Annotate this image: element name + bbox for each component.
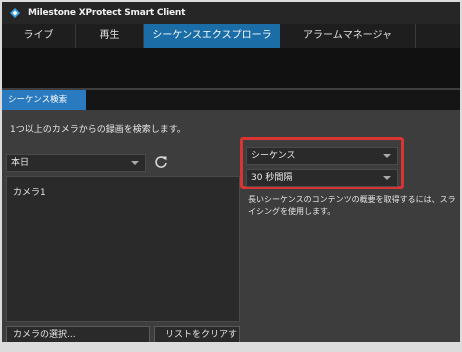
app-window: Milestone XProtect Smart Client ライブ 再生 シ… xyxy=(2,2,460,342)
tab-alarm-manager[interactable]: アラームマネージャ xyxy=(280,24,416,48)
sequence-type-value: シーケンス xyxy=(251,151,296,161)
title-bar: Milestone XProtect Smart Client xyxy=(2,2,460,24)
select-camera-button[interactable]: カメラの選択... xyxy=(6,326,150,342)
sub-tabs: シーケンス検索 xyxy=(2,90,460,110)
clear-list-button[interactable]: リストをクリアする xyxy=(154,326,240,342)
slicing-help-text: 長いシーケンスのコンテンツの概要を取得するには、スライシングを使用します。 xyxy=(248,195,456,216)
period-value: 本日 xyxy=(11,158,30,168)
chevron-down-icon xyxy=(383,154,391,158)
camera-list[interactable]: カメラ1 xyxy=(6,176,240,322)
toolbar-area xyxy=(2,48,460,88)
interval-dropdown[interactable]: 30 秒間隔 xyxy=(246,169,398,187)
milestone-logo-icon xyxy=(10,8,20,18)
search-panel: 1つ以上のカメラからの録画を検索します。 本日 カメラ1 カメラの選択... リ… xyxy=(2,110,460,342)
sequence-type-dropdown[interactable]: シーケンス xyxy=(246,147,398,165)
tab-sequence-search[interactable]: シーケンス検索 xyxy=(2,90,86,110)
tab-playback[interactable]: 再生 xyxy=(76,24,144,48)
refresh-icon[interactable] xyxy=(154,154,168,170)
interval-value: 30 秒間隔 xyxy=(251,173,293,183)
main-tabs: ライブ 再生 シーケンスエクスプローラ アラームマネージャ xyxy=(2,24,460,48)
tab-sequence-explorer[interactable]: シーケンスエクスプローラ xyxy=(144,24,280,48)
period-dropdown[interactable]: 本日 xyxy=(6,154,146,172)
app-title: Milestone XProtect Smart Client xyxy=(28,8,186,18)
tab-live[interactable]: ライブ xyxy=(2,24,76,48)
search-intro-text: 1つ以上のカメラからの録画を検索します。 xyxy=(10,125,186,135)
list-item[interactable]: カメラ1 xyxy=(13,185,46,198)
chevron-down-icon xyxy=(131,161,139,165)
chevron-down-icon xyxy=(383,176,391,180)
